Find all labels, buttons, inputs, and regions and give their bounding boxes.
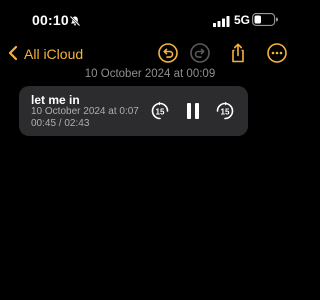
nav-bar: All iCloud xyxy=(0,40,300,70)
redo-icon xyxy=(189,43,211,68)
audio-recording-card[interactable]: let me in 10 October 2024 at 0:07 00:45 … xyxy=(19,86,248,136)
chevron-left-icon xyxy=(8,45,18,64)
skip-forward-seconds: 15 xyxy=(221,107,230,116)
pause-button[interactable] xyxy=(186,102,200,120)
more-icon xyxy=(266,43,288,68)
pause-icon xyxy=(187,103,199,119)
more-button[interactable] xyxy=(266,42,288,64)
back-label: All iCloud xyxy=(24,46,84,62)
recording-date: 10 October 2024 at 0:07 xyxy=(31,106,139,117)
skip-back-15-icon: 15 xyxy=(151,101,169,120)
back-button[interactable]: All iCloud xyxy=(8,44,83,64)
skip-back-seconds: 15 xyxy=(156,107,165,116)
undo-icon xyxy=(157,43,179,68)
skip-forward-15-icon: 15 xyxy=(216,101,234,120)
recording-title: let me in xyxy=(31,93,80,107)
undo-button[interactable] xyxy=(157,42,179,64)
skip-back-15-button[interactable]: 15 xyxy=(150,101,170,121)
signal-bars-icon xyxy=(213,14,230,27)
share-button[interactable] xyxy=(227,42,249,64)
status-bar: 00:10 5G xyxy=(0,0,300,40)
note-date-header: 10 October 2024 at 00:09 xyxy=(84,68,216,80)
network-type: 5G xyxy=(234,13,251,27)
redo-button[interactable] xyxy=(189,42,211,64)
battery-icon xyxy=(252,13,278,26)
mute-bell-icon xyxy=(69,14,81,27)
share-icon xyxy=(227,43,249,68)
skip-forward-15-button[interactable]: 15 xyxy=(215,101,235,121)
status-time: 00:10 xyxy=(32,12,69,28)
recording-duration: 00:45 / 02:43 xyxy=(31,118,90,129)
